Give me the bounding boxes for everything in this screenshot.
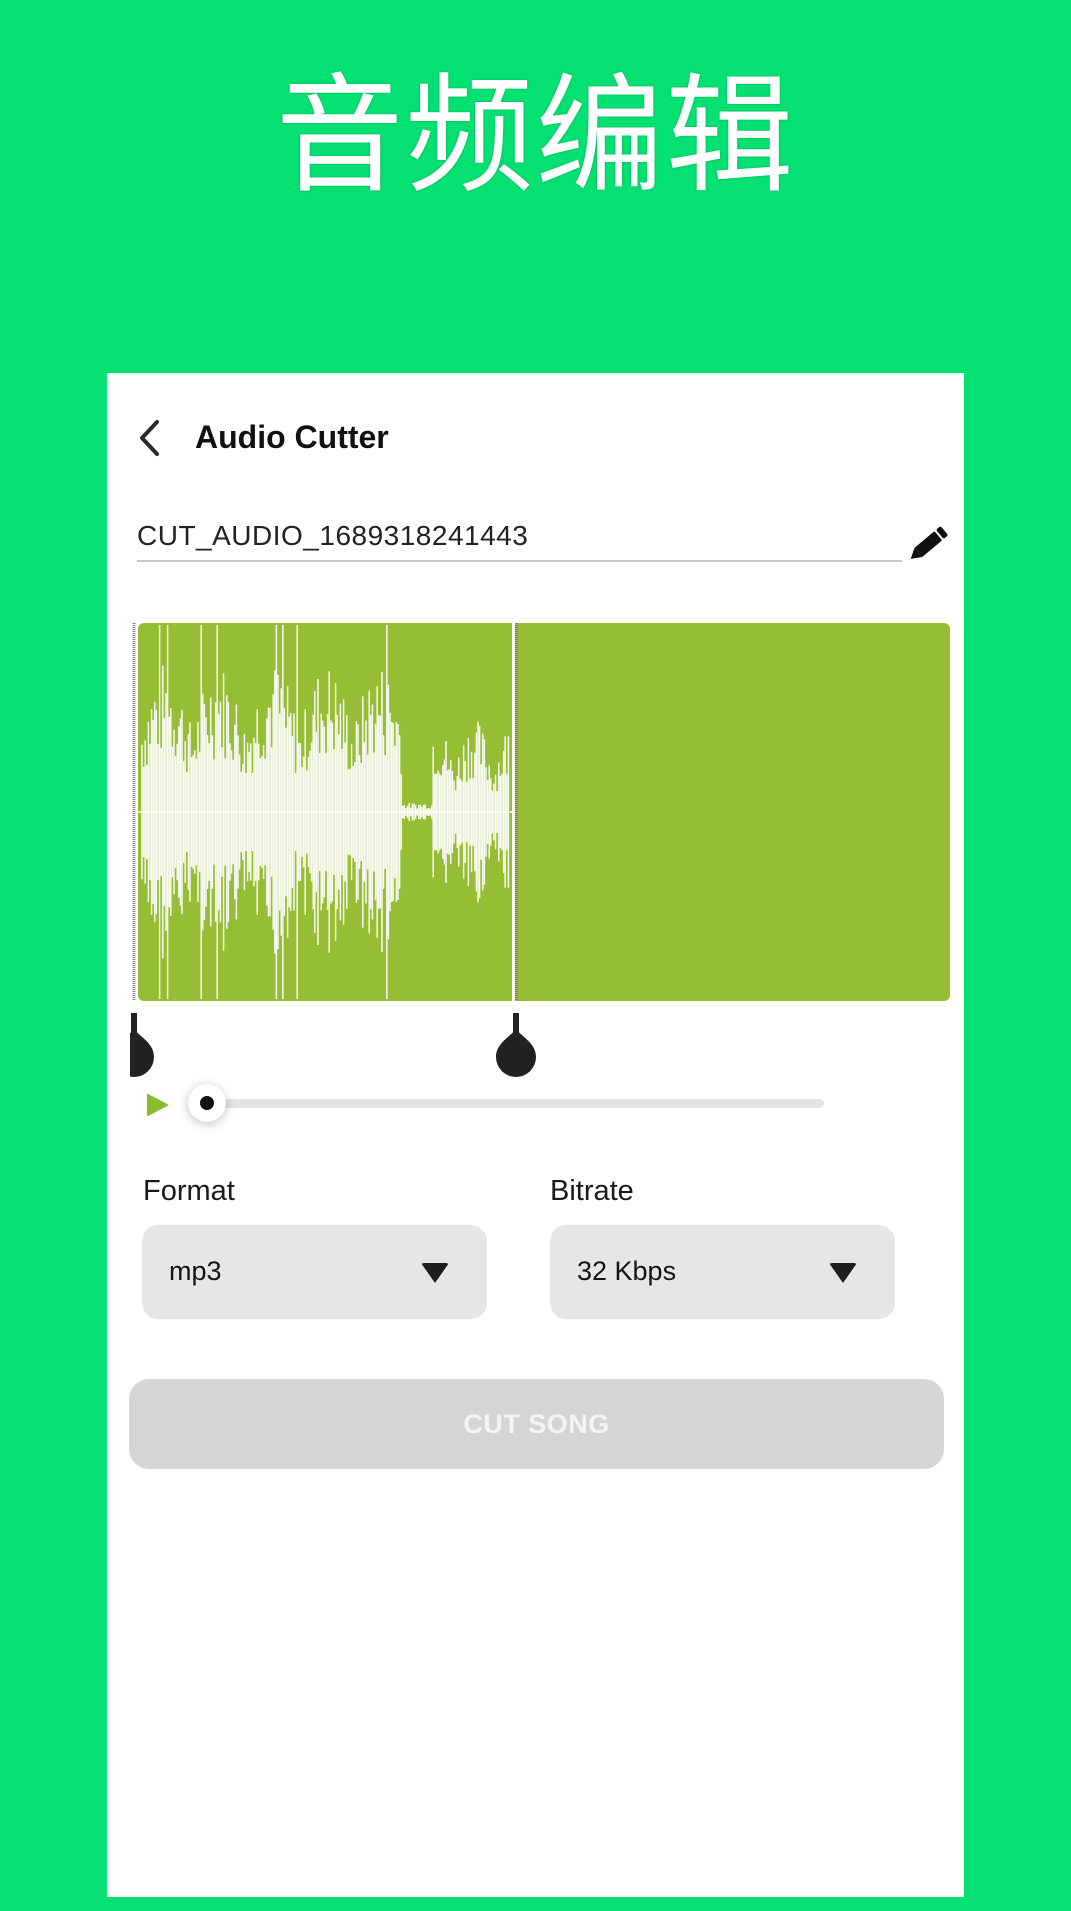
filename-field-container (137, 518, 902, 562)
audio-cutter-screen: Audio Cutter Format mp3 Bitrate (107, 373, 964, 1897)
play-button[interactable] (145, 1093, 169, 1117)
format-label: Format (143, 1175, 235, 1207)
playback-controls (127, 1083, 927, 1123)
caret-down-icon (829, 1263, 857, 1283)
bitrate-dropdown[interactable]: 32 Kbps (550, 1225, 895, 1319)
format-dropdown[interactable]: mp3 (142, 1225, 487, 1319)
format-selected-value: mp3 (169, 1256, 222, 1286)
seek-bar[interactable] (188, 1084, 824, 1122)
play-icon (147, 1094, 168, 1116)
waveform-canvas[interactable] (130, 623, 950, 1001)
pencil-icon (910, 526, 948, 559)
waveform-editor[interactable] (130, 623, 950, 1001)
teardrop-handle-icon (495, 1013, 536, 1077)
chevron-left-icon (140, 420, 159, 456)
selection-end-handle[interactable] (492, 1013, 540, 1084)
cut-song-button[interactable]: CUT SONG (129, 1379, 944, 1469)
bitrate-selected-value: 32 Kbps (577, 1256, 677, 1286)
caret-down-icon (421, 1263, 449, 1283)
edit-filename-button[interactable] (902, 523, 950, 569)
bitrate-label: Bitrate (550, 1175, 634, 1207)
page-title: Audio Cutter (195, 419, 389, 455)
selection-start-handle[interactable] (130, 1013, 158, 1084)
teardrop-handle-icon (130, 1013, 154, 1077)
banner-title: 音频编辑 (275, 62, 796, 211)
seek-thumb[interactable] (188, 1084, 226, 1122)
back-button[interactable] (135, 418, 165, 458)
filename-input[interactable] (137, 518, 902, 554)
